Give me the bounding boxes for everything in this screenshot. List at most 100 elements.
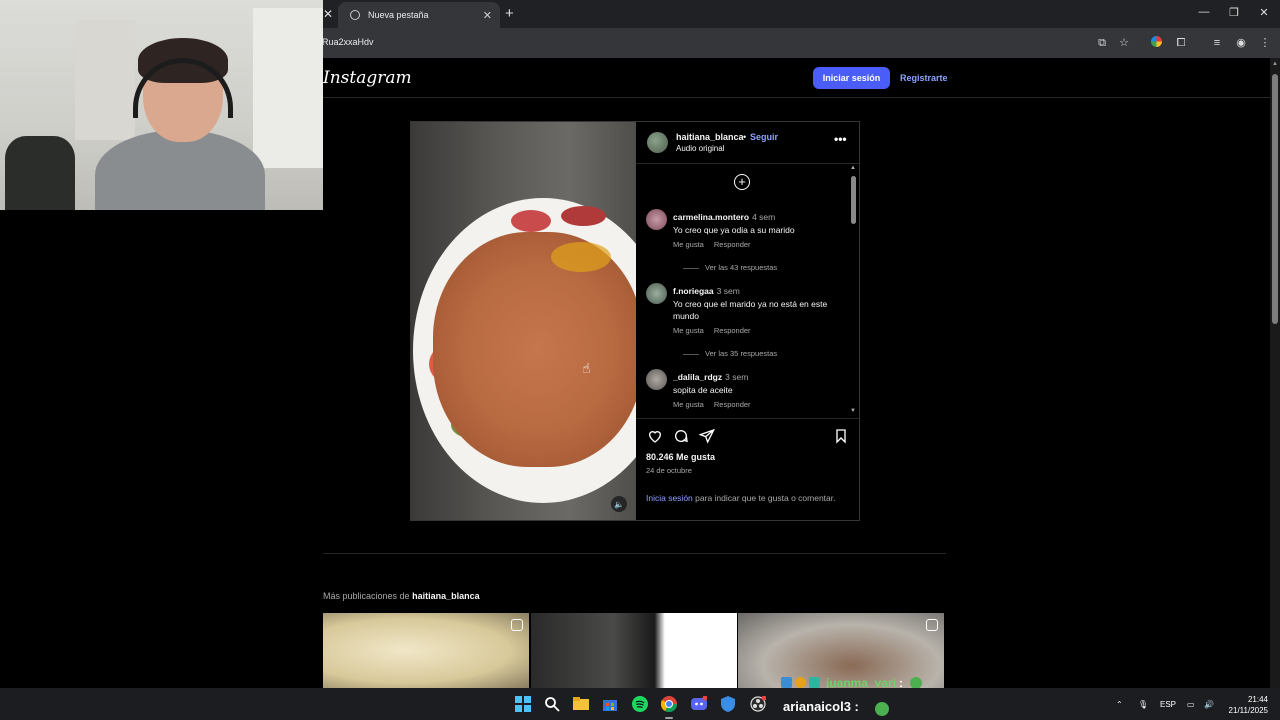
add-comment-icon[interactable]: +	[734, 174, 750, 190]
browser-tab[interactable]: Nueva pestaña ✕	[338, 2, 500, 28]
taskbar-clock[interactable]: 21:44 21/11/2025	[1222, 694, 1268, 716]
install-app-icon[interactable]: ⧉	[1095, 36, 1109, 50]
tab-title: Nueva pestaña	[368, 10, 429, 20]
sound-icon[interactable]: 🔈	[611, 496, 627, 512]
bookmark-star-icon[interactable]: ☆	[1117, 36, 1131, 50]
comment-user[interactable]: _dalila_rdgz 3 sem	[673, 372, 748, 382]
comment-username[interactable]: _dalila_rdgz	[673, 372, 722, 382]
url-field[interactable]: Rua2xxaHdv	[322, 37, 374, 47]
login-prompt-text: para indicar que te gusta o comentar.	[695, 493, 836, 503]
avatar[interactable]	[646, 283, 667, 304]
view-replies[interactable]: Ver las 43 respuestas	[683, 263, 777, 272]
plate-flower	[561, 206, 606, 226]
scrollbar-thumb[interactable]	[851, 176, 856, 224]
webcam-overlay	[0, 0, 323, 210]
more-options-icon[interactable]: •••	[834, 132, 847, 146]
post-username[interactable]: haitiana_blanca	[676, 132, 744, 142]
spotify-icon[interactable]	[632, 696, 648, 712]
replies-line	[683, 353, 699, 355]
replies-label[interactable]: Ver las 43 respuestas	[705, 263, 777, 272]
network-icon[interactable]: ▭	[1187, 700, 1195, 709]
likes-count[interactable]: 80.246 Me gusta	[646, 452, 715, 462]
replies-label[interactable]: Ver las 35 respuestas	[705, 349, 777, 358]
bookmark-icon[interactable]	[833, 428, 849, 444]
like-comment-button[interactable]: Me gusta	[673, 326, 704, 335]
menu-dots-icon[interactable]: ⋮	[1258, 36, 1272, 50]
profile-icon[interactable]: ◉	[1234, 36, 1248, 50]
section-divider	[323, 553, 946, 554]
scroll-up-icon[interactable]: ▲	[850, 165, 856, 171]
store-icon[interactable]	[602, 696, 618, 712]
reply-button[interactable]: Responder	[714, 326, 751, 335]
comment-icon[interactable]	[673, 428, 689, 444]
discord-icon[interactable]	[691, 696, 707, 712]
clock-time: 21:44	[1247, 695, 1268, 704]
comment-user[interactable]: carmelina.montero 4 sem	[673, 212, 775, 222]
tray-chevron-icon[interactable]: ⌃	[1116, 700, 1123, 709]
reply-button[interactable]: Responder	[714, 400, 751, 409]
globe-icon	[350, 10, 360, 20]
comments-list: + carmelina.montero 4 sem Yo creo que ya …	[636, 164, 859, 418]
more-posts-user[interactable]: haitiana_blanca	[412, 591, 480, 601]
avatar[interactable]	[646, 209, 667, 230]
windows-taskbar	[0, 688, 1280, 720]
share-icon[interactable]	[699, 428, 715, 444]
media-control-icon[interactable]: ≡	[1210, 36, 1224, 50]
spaghetti-image	[433, 232, 636, 467]
avatar[interactable]	[646, 369, 667, 390]
scrollbar-thumb[interactable]	[1272, 74, 1278, 324]
avatar[interactable]	[647, 132, 668, 153]
sauce-oil	[551, 242, 611, 272]
webcam-window	[253, 8, 323, 168]
obs-icon[interactable]	[750, 696, 766, 712]
minimize-icon[interactable]: —	[1196, 6, 1212, 18]
stream-chat-line-2: arianaicol3 :	[783, 699, 859, 714]
login-button[interactable]: Iniciar sesión	[813, 67, 890, 89]
chat-emote-icon	[910, 676, 923, 689]
file-explorer-icon[interactable]	[573, 696, 589, 712]
login-link[interactable]: Inicia sesión	[646, 493, 693, 503]
comment-text: sopita de aceite	[673, 385, 733, 395]
volume-icon[interactable]: 🔊	[1204, 700, 1214, 709]
follow-button[interactable]: Seguir	[750, 132, 778, 142]
instagram-logo[interactable]: Instagram	[323, 68, 412, 88]
register-link[interactable]: Registrarte	[900, 73, 948, 83]
like-comment-button[interactable]: Me gusta	[673, 400, 704, 409]
post-thumbnail[interactable]	[323, 613, 529, 688]
like-comment-button[interactable]: Me gusta	[673, 240, 704, 249]
close-icon[interactable]: ✕	[323, 7, 337, 21]
post-video[interactable]: ☝ 🔈	[411, 122, 636, 520]
comment-actions: Me gusta Responder	[673, 326, 751, 335]
windows-start-icon[interactable]	[515, 696, 531, 712]
extensions-icon[interactable]: ⧠	[1174, 36, 1188, 50]
chrome-icon[interactable]	[661, 696, 677, 712]
view-replies[interactable]: Ver las 35 respuestas	[683, 349, 777, 358]
scroll-up-icon[interactable]: ▲	[1272, 61, 1278, 67]
page-scrollbar[interactable]: ▲	[1270, 58, 1280, 688]
tab-close-icon[interactable]: ✕	[483, 9, 492, 22]
window-close-icon[interactable]: ✕	[1256, 6, 1272, 19]
reply-button[interactable]: Responder	[714, 240, 751, 249]
microphone-icon[interactable]: 🎙	[1138, 700, 1148, 709]
language-indicator[interactable]: ESP	[1160, 700, 1176, 709]
post-thumbnail[interactable]	[531, 613, 737, 688]
chat-badge-icon	[795, 677, 806, 688]
webcam-person-body	[95, 130, 265, 210]
extension-color-icon[interactable]	[1151, 36, 1162, 47]
audio-label[interactable]: Audio original	[676, 144, 724, 153]
post-card: ☝ 🔈 haitiana_blanca • Seguir Audio origi…	[410, 121, 860, 521]
comment-user[interactable]: f.noriegaa 3 sem	[673, 286, 740, 296]
security-shield-icon[interactable]	[720, 696, 736, 712]
comments-scrollbar[interactable]: ▲ ▼	[849, 164, 858, 418]
replies-line	[683, 267, 699, 269]
restore-icon[interactable]: ❐	[1226, 6, 1242, 19]
search-icon[interactable]	[544, 696, 560, 712]
post-sidebar: haitiana_blanca • Seguir Audio original …	[636, 122, 859, 520]
scroll-down-icon[interactable]: ▼	[850, 408, 856, 414]
heart-icon[interactable]	[647, 428, 663, 444]
reel-icon	[511, 619, 523, 631]
comment-username[interactable]: carmelina.montero	[673, 212, 749, 222]
comment-username[interactable]: f.noriegaa	[673, 286, 714, 296]
post-actions: 80.246 Me gusta 24 de octubre Inicia ses…	[636, 418, 859, 520]
new-tab-icon[interactable]: +	[505, 5, 514, 22]
